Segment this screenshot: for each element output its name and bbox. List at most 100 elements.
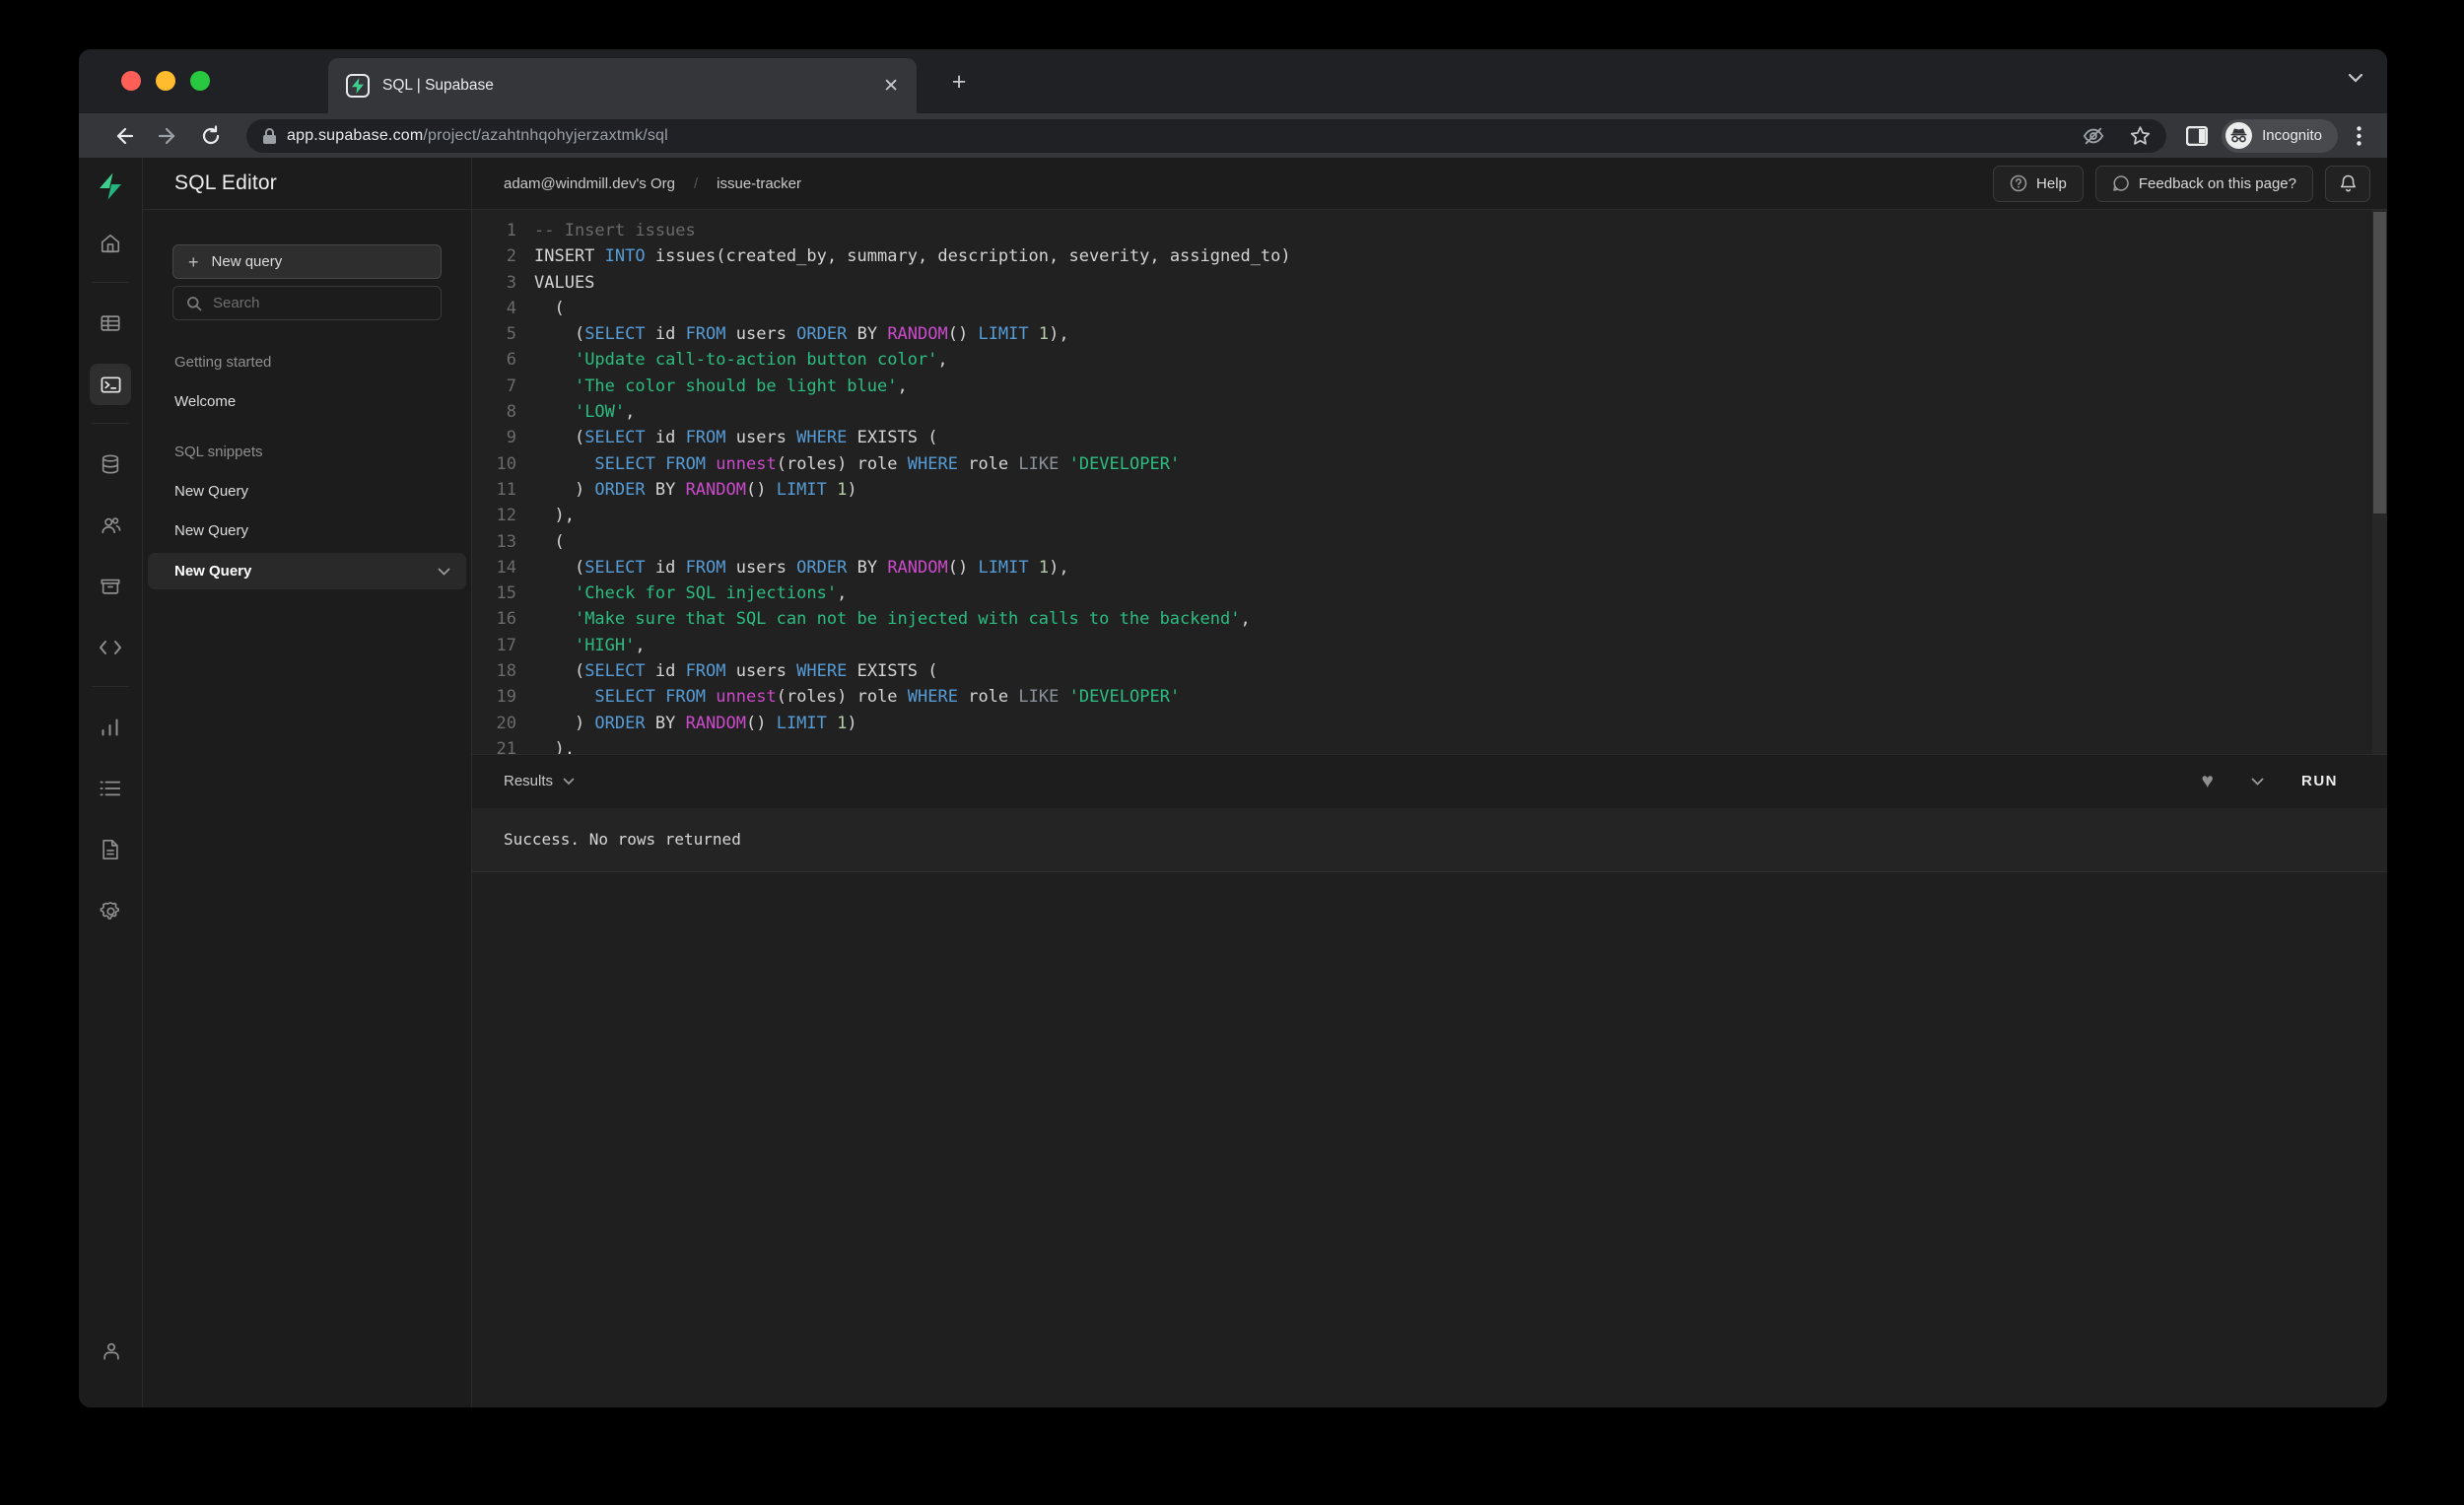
- api-icon[interactable]: [90, 627, 131, 668]
- code-line[interactable]: 2 INSERT INTO issues(created_by, summary,…: [472, 243, 2387, 269]
- sql-editor-icon[interactable]: [90, 364, 131, 405]
- browser-toolbar: app.supabase.com/project/azahtnhqohyjerz…: [79, 113, 2387, 158]
- breadcrumb-org[interactable]: adam@windmill.dev's Org: [504, 175, 675, 192]
- account-icon[interactable]: [91, 1331, 132, 1372]
- incognito-label: Incognito: [2262, 127, 2322, 144]
- code-text: ),: [534, 506, 575, 526]
- feedback-button[interactable]: Feedback on this page?: [2094, 165, 2313, 202]
- code-text: (SELECT id FROM users WHERE EXISTS (: [534, 661, 938, 682]
- code-line[interactable]: 10 SELECT FROM unnest(roles) role WHERE …: [472, 451, 2387, 477]
- side-panel-icon[interactable]: [2180, 119, 2214, 153]
- browser-tab[interactable]: SQL | Supabase ✕: [328, 58, 917, 113]
- search-input[interactable]: [213, 295, 428, 311]
- kebab-menu-icon[interactable]: [2344, 121, 2373, 151]
- eye-off-icon[interactable]: [2083, 125, 2104, 147]
- code-line[interactable]: 9 (SELECT id FROM users WHERE EXISTS (: [472, 425, 2387, 450]
- code-line[interactable]: 6 'Update call-to-action button color',: [472, 347, 2387, 373]
- line-number: 17: [496, 635, 516, 655]
- sql-code-editor[interactable]: 1 -- Insert issues 2 INSERT INTO issues(cre…: [472, 210, 2387, 754]
- line-number: 14: [496, 557, 516, 578]
- run-button[interactable]: RUN: [2301, 773, 2338, 789]
- search-box[interactable]: [172, 286, 442, 320]
- line-number: 21: [496, 738, 516, 754]
- logs-icon[interactable]: [90, 768, 131, 809]
- code-line[interactable]: 19 SELECT FROM unnest(roles) role WHERE …: [472, 684, 2387, 710]
- run-options-chevron-icon[interactable]: [2251, 778, 2264, 786]
- code-text: 'Update call-to-action button color',: [574, 350, 948, 371]
- code-line[interactable]: 11 ) ORDER BY RANDOM() LIMIT 1): [472, 477, 2387, 503]
- url-domain: app.supabase.com: [287, 126, 424, 144]
- docs-icon[interactable]: [90, 829, 131, 870]
- editor-scrollbar[interactable]: [2372, 210, 2387, 754]
- new-query-button[interactable]: + New query: [172, 244, 442, 279]
- line-number: 10: [496, 453, 516, 474]
- code-line[interactable]: 16 'Make sure that SQL can not be inject…: [472, 606, 2387, 632]
- lock-icon: [262, 127, 277, 145]
- tab-search-icon[interactable]: [2348, 73, 2363, 83]
- code-line[interactable]: 14 (SELECT id FROM users ORDER BY RANDOM…: [472, 555, 2387, 581]
- database-icon[interactable]: [90, 444, 131, 485]
- sidebar-item-new-query-2[interactable]: New Query: [143, 522, 471, 539]
- code-line[interactable]: 21 ),: [472, 736, 2387, 754]
- code-text: (: [534, 298, 565, 318]
- back-icon[interactable]: [108, 120, 140, 152]
- close-window-button[interactable]: [121, 71, 141, 91]
- chat-bubble-icon: [2112, 174, 2130, 192]
- code-line[interactable]: 13 (: [472, 529, 2387, 555]
- new-tab-icon[interactable]: +: [944, 67, 974, 97]
- code-line[interactable]: 20 ) ORDER BY RANDOM() LIMIT 1): [472, 711, 2387, 736]
- code-line[interactable]: 8 'LOW',: [472, 399, 2387, 425]
- chevron-down-icon[interactable]: [438, 568, 450, 576]
- help-button-label: Help: [2036, 174, 2067, 192]
- line-number: 1: [506, 221, 516, 240]
- code-line[interactable]: 1 -- Insert issues: [472, 218, 2387, 243]
- auth-icon[interactable]: [90, 505, 131, 546]
- breadcrumb-project[interactable]: issue-tracker: [717, 175, 801, 192]
- code-line[interactable]: 18 (SELECT id FROM users WHERE EXISTS (: [472, 658, 2387, 684]
- code-line[interactable]: 4 (: [472, 296, 2387, 321]
- search-icon: [186, 296, 202, 311]
- storage-icon[interactable]: [90, 566, 131, 607]
- code-line[interactable]: 17 'HIGH',: [472, 633, 2387, 658]
- url-bar[interactable]: app.supabase.com/project/azahtnhqohyjerz…: [246, 118, 2167, 153]
- results-dropdown[interactable]: Results: [504, 773, 575, 789]
- settings-icon[interactable]: [90, 890, 131, 931]
- minimize-window-button[interactable]: [156, 71, 175, 91]
- favorite-icon[interactable]: ♥: [2202, 771, 2214, 791]
- code-line[interactable]: 15 'Check for SQL injections',: [472, 581, 2387, 606]
- code-text: 'HIGH',: [574, 635, 646, 655]
- sidebar-item-welcome[interactable]: Welcome: [143, 393, 471, 410]
- code-line[interactable]: 7 'The color should be light blue',: [472, 374, 2387, 399]
- url-text: app.supabase.com/project/azahtnhqohyjerz…: [287, 127, 668, 145]
- results-bar: Results ♥ RUN: [472, 753, 2387, 808]
- code-text: (SELECT id FROM users ORDER BY RANDOM() …: [534, 557, 1069, 578]
- sidebar-item-new-query-1[interactable]: New Query: [143, 483, 471, 500]
- star-icon[interactable]: [2130, 125, 2151, 146]
- close-tab-icon[interactable]: ✕: [883, 77, 899, 96]
- code-text: 'Check for SQL injections',: [574, 583, 848, 604]
- code-text: 'LOW',: [574, 402, 636, 423]
- code-line[interactable]: 3 VALUES: [472, 270, 2387, 296]
- scrollbar-thumb[interactable]: [2373, 212, 2386, 514]
- code-text: 'Make sure that SQL can not be injected …: [574, 609, 1251, 630]
- code-text: (SELECT id FROM users WHERE EXISTS (: [534, 428, 938, 448]
- sidebar-item-new-query-selected[interactable]: New Query: [148, 553, 466, 589]
- icon-nav: [79, 158, 143, 1407]
- line-number: 19: [496, 687, 516, 708]
- code-text: -- Insert issues: [534, 221, 696, 240]
- supabase-logo[interactable]: [96, 171, 125, 201]
- reload-icon[interactable]: [195, 120, 227, 152]
- forward-icon[interactable]: [152, 120, 183, 152]
- sidebar-item-label: New Query: [174, 563, 252, 580]
- reports-icon[interactable]: [90, 707, 131, 748]
- code-line[interactable]: 12 ),: [472, 503, 2387, 528]
- code-text: ),: [534, 738, 575, 754]
- zoom-window-button[interactable]: [190, 71, 210, 91]
- code-line[interactable]: 5 (SELECT id FROM users ORDER BY RANDOM(…: [472, 321, 2387, 347]
- table-editor-icon[interactable]: [90, 303, 131, 344]
- help-button[interactable]: Help: [1993, 165, 2084, 202]
- notifications-button[interactable]: [2325, 165, 2370, 202]
- section-label-getting-started: Getting started: [174, 354, 272, 371]
- line-number: 20: [496, 713, 516, 733]
- home-icon[interactable]: [90, 223, 131, 264]
